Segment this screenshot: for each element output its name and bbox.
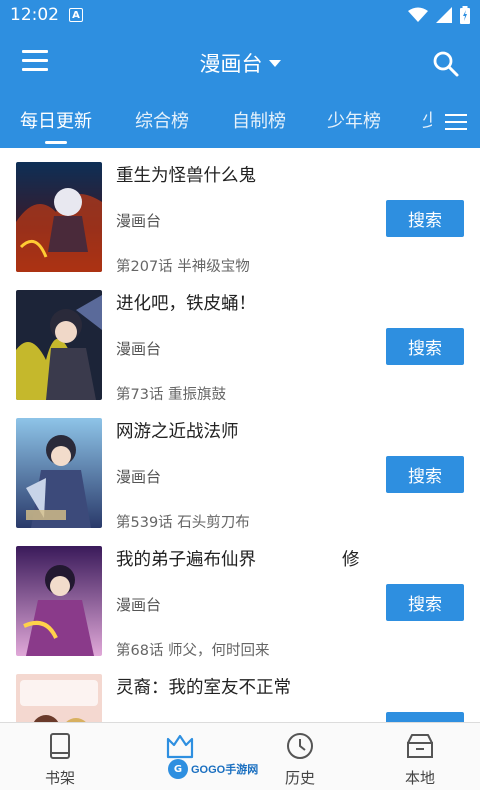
list-item[interactable]: 进化吧，铁皮蛹！ 漫画台 第73话 重振旗鼓 搜索 — [0, 276, 480, 404]
search-button[interactable]: 搜索 — [386, 456, 464, 493]
book-icon — [50, 733, 70, 759]
notification-icon: A — [69, 8, 83, 22]
tab-original-ranking[interactable]: 自制榜 — [232, 96, 286, 148]
search-button[interactable]: 搜索 — [386, 328, 464, 365]
comic-title: 灵裔：我的室友不正常 — [116, 678, 291, 698]
comic-source: 漫画台 — [116, 212, 162, 230]
latest-chapter: 第207话 半神级宝物 — [116, 259, 250, 275]
cover-image — [16, 546, 102, 656]
cover-image — [16, 162, 102, 272]
app-bar: 漫画台 — [0, 30, 480, 96]
tab-menu-button[interactable] — [432, 96, 480, 148]
comic-source: 漫画台 — [116, 468, 162, 486]
caret-down-icon — [268, 59, 281, 67]
comic-title: 重生为怪兽什么鬼 — [116, 166, 256, 186]
watermark-logo: G GOGO手游网 — [168, 758, 264, 780]
category-tabs: 每日更新 综合榜 自制榜 少年榜 少 — [0, 96, 480, 148]
nav-local[interactable]: 本地 — [360, 723, 480, 790]
search-button[interactable]: 搜索 — [386, 584, 464, 621]
comic-source: 漫画台 — [116, 596, 162, 614]
list-item[interactable]: 重生为怪兽什么鬼 漫画台 第207话 半神级宝物 搜索 — [0, 148, 480, 276]
app-title: 漫画台 — [199, 52, 263, 76]
wifi-icon — [408, 7, 428, 22]
status-time: 12:02 — [10, 5, 59, 25]
search-button[interactable]: 搜索 — [386, 200, 464, 237]
comic-title: 网游之近战法师 — [116, 422, 239, 442]
tab-indicator — [45, 141, 67, 144]
comic-title: 进化吧，铁皮蛹！ — [116, 294, 256, 314]
source-selector[interactable]: 漫画台 — [0, 48, 480, 78]
tab-overall-ranking[interactable]: 综合榜 — [135, 96, 189, 148]
watermark-badge: G — [168, 759, 188, 779]
cover-image — [16, 674, 102, 722]
nav-bookshelf[interactable]: 书架 — [0, 723, 120, 790]
status-bar: 12:02 A — [0, 0, 480, 30]
cover-image — [16, 418, 102, 528]
crown-icon — [166, 734, 194, 759]
search-icon[interactable] — [432, 50, 460, 78]
header: 12:02 A 漫画台 每日更新 综合榜 自制榜 少年榜 少 — [0, 0, 480, 148]
battery-icon — [460, 6, 470, 24]
list-item[interactable]: 网游之近战法师 漫画台 第539话 石头剪刀布 搜索 — [0, 404, 480, 532]
signal-icon — [436, 7, 452, 23]
search-button[interactable]: 搜索 — [386, 712, 464, 722]
nav-label: 本地 — [404, 769, 435, 787]
watermark-text: GOGO手游网 — [191, 764, 259, 776]
tab-shonen-ranking[interactable]: 少年榜 — [327, 96, 381, 148]
latest-chapter: 第73话 重振旗鼓 — [116, 387, 227, 403]
cover-image — [16, 290, 102, 400]
comic-source: 漫画台 — [116, 340, 162, 358]
tab-daily-update[interactable]: 每日更新 — [20, 96, 92, 148]
comic-list: 重生为怪兽什么鬼 漫画台 第207话 半神级宝物 搜索 进化吧，铁皮蛹！ 漫画台… — [0, 148, 480, 722]
tab-menu-icon — [445, 114, 467, 116]
latest-chapter: 第539话 石头剪刀布 — [116, 515, 250, 531]
list-item[interactable]: 我的弟子遍布仙界修 漫画台 第68话 师父，何时回来 搜索 — [0, 532, 480, 660]
storage-box-icon — [407, 734, 433, 758]
list-item[interactable]: 灵裔：我的室友不正常 搜索 — [0, 660, 480, 722]
comic-title: 我的弟子遍布仙界修 — [116, 550, 360, 570]
clock-icon — [287, 733, 313, 759]
nav-label: 书架 — [44, 769, 75, 787]
latest-chapter: 第68话 师父，何时回来 — [116, 643, 270, 659]
